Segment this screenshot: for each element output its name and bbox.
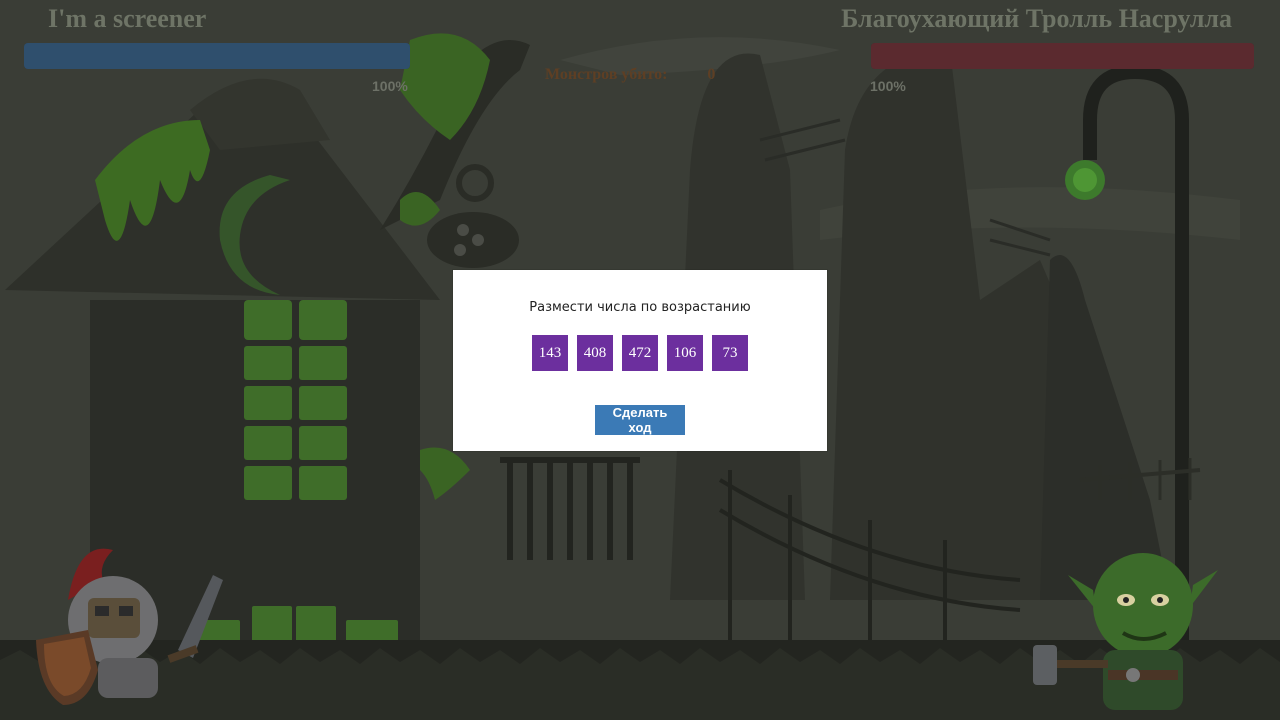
number-tile[interactable]: 143 [532,335,568,371]
make-move-button[interactable]: Сделать ход [595,405,685,435]
number-tile[interactable]: 73 [712,335,748,371]
number-tile[interactable]: 408 [577,335,613,371]
task-prompt: Размести числа по возрастанию [529,300,751,315]
number-tile[interactable]: 472 [622,335,658,371]
task-dialog: Размести числа по возрастанию 143 408 47… [453,270,827,451]
number-tile[interactable]: 106 [667,335,703,371]
number-tiles: 143 408 472 106 73 [532,335,748,371]
